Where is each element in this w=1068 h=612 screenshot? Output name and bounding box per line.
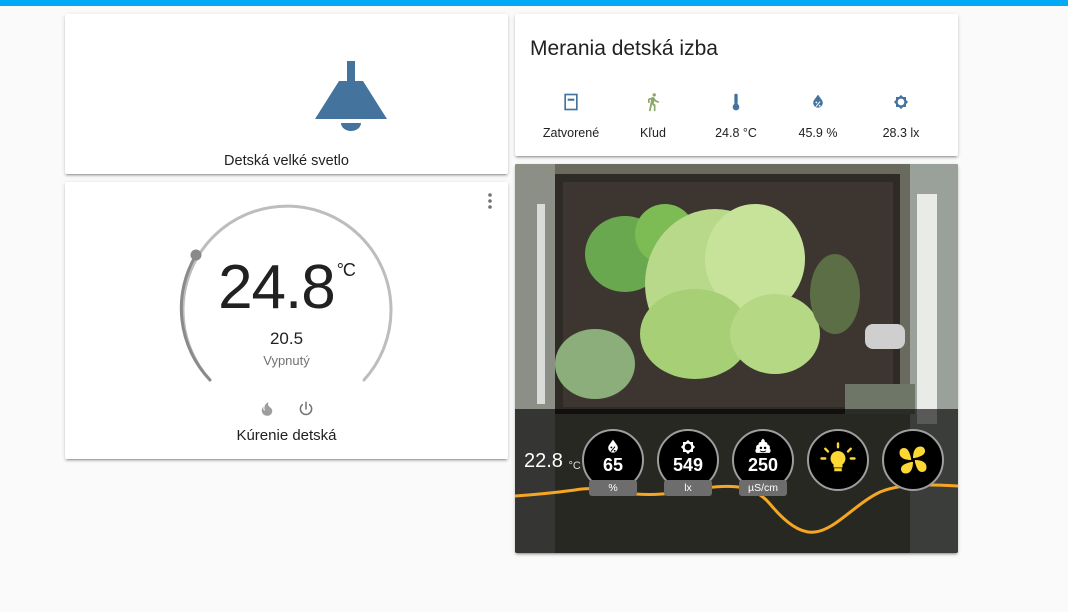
brightness-icon <box>680 439 696 455</box>
power-icon[interactable] <box>297 400 315 418</box>
conductivity-unit: µS/cm <box>739 480 787 496</box>
humidity-sensor[interactable]: 45.9 % <box>778 92 858 140</box>
door-value: Zatvorené <box>542 126 600 140</box>
card-title: Merania detská izba <box>530 37 718 60</box>
illuminance-value: 28.3 lx <box>882 126 920 140</box>
thermometer-icon <box>732 93 740 111</box>
fan-button[interactable] <box>882 429 944 491</box>
brightness-icon <box>893 94 909 110</box>
temperature-unit: °C <box>336 260 356 280</box>
temperature-history-graph <box>515 483 958 534</box>
measurements-card: Merania detská izba Zatvorené Kľud 24.8 … <box>515 14 958 156</box>
thermostat-card: 24.8 °C 20.5 Vypnutý Kúrenie detská <box>65 182 508 459</box>
fire-icon[interactable] <box>258 400 276 418</box>
plant-temperature: 22.8 °C <box>524 450 581 473</box>
illuminance-sensor[interactable]: 28.3 lx <box>861 92 941 140</box>
grow-light-button[interactable] <box>807 429 869 491</box>
illuminance-gauge-value: 549 <box>672 455 704 475</box>
conductivity-value: 250 <box>747 455 779 475</box>
plant-card[interactable]: 22.8 °C 65 % 549 lx 250 µS/cm <box>515 164 958 553</box>
motion-sensor[interactable]: Kľud <box>613 92 693 140</box>
moisture-value: 65 <box>602 455 624 475</box>
ceiling-lamp-icon[interactable] <box>313 61 389 139</box>
illuminance-unit: lx <box>664 480 712 496</box>
target-temperature: 20.5 <box>269 329 304 348</box>
humidity-value: 45.9 % <box>798 126 838 140</box>
moisture-unit: % <box>589 480 637 496</box>
current-temperature-value: 24.8 <box>218 253 336 322</box>
light-card[interactable]: Detská velké svetlo <box>65 14 508 174</box>
top-accent-bar <box>0 0 1068 6</box>
walk-icon <box>648 93 659 112</box>
dots-vertical-icon[interactable] <box>484 192 496 210</box>
door-sensor[interactable]: Zatvorené <box>531 92 611 140</box>
motion-value: Kľud <box>640 126 666 140</box>
water-percent-icon <box>813 94 823 108</box>
hvac-mode: Vypnutý <box>263 353 310 368</box>
door-closed-icon <box>564 93 578 111</box>
plant-temperature-unit: °C <box>568 460 581 472</box>
light-name: Detská velké svetlo <box>224 153 349 169</box>
plant-temperature-value: 22.8 <box>524 450 563 472</box>
temperature-sensor[interactable]: 24.8 °C <box>696 92 776 140</box>
thermostat-name: Kúrenie detská <box>236 427 337 444</box>
fan-icon <box>899 446 927 474</box>
lightbulb-icon <box>820 442 856 472</box>
water-percent-icon <box>608 439 618 453</box>
current-temperature: 24.8 °C <box>65 252 508 323</box>
temperature-value: 24.8 °C <box>715 126 757 140</box>
emoticon-poop-icon <box>755 438 771 453</box>
